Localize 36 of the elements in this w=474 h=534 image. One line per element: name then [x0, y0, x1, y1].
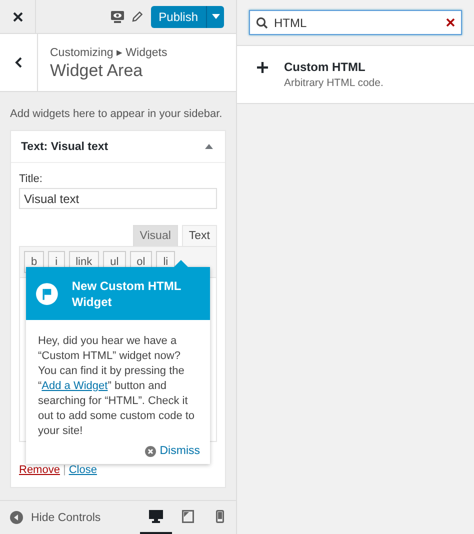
title-input[interactable]: Visual text — [19, 188, 217, 209]
close-circle-icon — [144, 446, 156, 456]
close-icon — [12, 12, 22, 22]
breadcrumb: Customizing ▸ Widgets — [50, 46, 168, 59]
hide-controls-button[interactable]: Hide Controls — [10, 511, 101, 524]
collapse-arrow-icon[interactable] — [205, 144, 213, 149]
preview-icon[interactable] — [110, 10, 124, 22]
result-name: Custom HTML — [284, 60, 366, 74]
panel-title: Widget Area — [50, 61, 144, 81]
editor-tab[interactable]: Text — [182, 225, 217, 246]
result-description: Arbitrary HTML code. — [284, 77, 384, 89]
caret-icon — [212, 14, 220, 19]
pencil-icon[interactable] — [132, 11, 143, 22]
popover-title: New Custom HTML Widget — [72, 278, 182, 310]
widget-result[interactable]: Custom HTML Arbitrary HTML code. — [237, 46, 474, 104]
dismiss-button[interactable]: Dismiss — [144, 445, 200, 457]
close-link[interactable]: Close — [68, 464, 97, 476]
chevron-left-icon — [15, 57, 22, 68]
publish-button[interactable]: Publish — [150, 6, 224, 28]
phone-icon — [216, 510, 224, 522]
remove-link[interactable]: Remove — [19, 464, 60, 476]
search-icon — [256, 16, 268, 28]
editor-tab[interactable]: Visual — [132, 225, 178, 246]
clear-icon[interactable] — [446, 18, 455, 27]
collapse-icon — [10, 511, 23, 524]
widget-title: Text: Visual text — [21, 140, 108, 152]
search-field[interactable]: HTML — [249, 10, 462, 35]
flag-icon — [36, 280, 58, 306]
popover-text: Hey, did you hear we have a “Custom HTML” widget now? You can find it by pressing the “Add a Widget” button and searching for “HTML”. Check it out to add some custom code to your site! — [37, 334, 196, 439]
field-label: Title: — [19, 173, 44, 185]
plus-icon — [257, 62, 268, 73]
tablet-icon — [182, 510, 194, 522]
desktop-icon — [149, 510, 163, 522]
separator: | — [62, 464, 66, 476]
add-widget-link[interactable]: Add a Widget — [42, 380, 108, 392]
panel-description: Add widgets here to appear in your sidebar. — [10, 108, 224, 120]
